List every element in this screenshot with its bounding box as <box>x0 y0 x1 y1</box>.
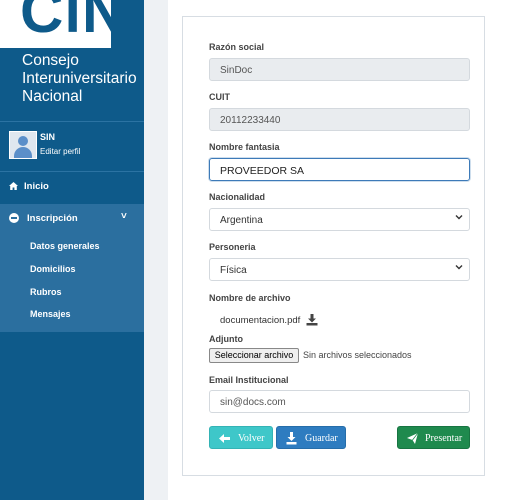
sidebar-item-domicilios[interactable]: Domicilios <box>30 264 76 274</box>
sidebar-item-rubros[interactable]: Rubros <box>30 287 62 297</box>
nacionalidad-select[interactable]: Argentina <box>209 208 470 231</box>
sidebar: CiN Consejo Interuniversitario Nacional … <box>0 0 144 500</box>
logo-mark: CiN <box>0 0 111 48</box>
logo-line-1: Consejo <box>22 52 79 69</box>
download-icon[interactable] <box>306 313 318 326</box>
personeria-value: Física <box>220 265 247 276</box>
logo-text: Consejo Interuniversitario Nacional <box>22 52 142 106</box>
personeria-select[interactable]: Física <box>209 258 470 281</box>
logo-line-3: Nacional <box>22 88 83 105</box>
file-status: Sin archivos seleccionados <box>303 350 412 360</box>
chevron-down-icon[interactable]: ˅ <box>121 211 127 222</box>
edit-profile-link[interactable]: Editar perfil <box>40 147 80 156</box>
arrow-left-icon <box>219 427 230 458</box>
presentar-label: Presentar <box>425 433 463 444</box>
email-label: Email Institucional <box>209 375 289 385</box>
nacionalidad-label: Nacionalidad <box>209 192 266 202</box>
nombre-fantasia-label: Nombre fantasia <box>209 142 280 152</box>
sidebar-section-inscripcion: Inscripción ˅ Datos generales Domicilios… <box>0 204 144 332</box>
personeria-label: Personeria <box>209 242 256 252</box>
adjunto-label: Adjunto <box>209 334 243 344</box>
profile-name: SIN <box>40 132 56 142</box>
email-input[interactable]: sin@docs.com <box>209 390 470 413</box>
sidebar-item-datos-generales[interactable]: Datos generales <box>30 241 100 251</box>
cuit-field: 20112233440 <box>209 108 470 131</box>
sidebar-item-label: Inicio <box>24 181 49 192</box>
nombre-archivo-label: Nombre de archivo <box>209 293 291 303</box>
sidebar-item-mensajes[interactable]: Mensajes <box>30 309 71 319</box>
razon-social-label: Razón social <box>209 42 265 52</box>
nacionalidad-value: Argentina <box>220 215 263 226</box>
razon-social-field: SinDoc <box>209 58 470 81</box>
home-icon <box>9 182 18 193</box>
logo: CiN Consejo Interuniversitario Nacional <box>0 0 144 120</box>
globe-icon <box>9 213 19 223</box>
choose-file-button[interactable]: Seleccionar archivo <box>209 348 299 363</box>
send-icon <box>407 427 419 458</box>
file-name: documentacion.pdf <box>220 315 301 326</box>
guardar-button[interactable]: Guardar <box>276 426 346 449</box>
user-profile: SIN Editar perfil <box>0 121 144 172</box>
chevron-down-icon <box>455 263 463 274</box>
avatar <box>9 131 37 159</box>
download-icon <box>286 427 297 458</box>
logo-line-2: Interuniversitario <box>22 70 137 87</box>
logo-word: CiN <box>20 0 111 45</box>
cuit-label: CUIT <box>209 92 230 102</box>
volver-label: Volver <box>238 433 265 444</box>
sidebar-item-inicio[interactable]: Inicio <box>0 171 144 203</box>
volver-button[interactable]: Volver <box>209 426 273 449</box>
chevron-down-icon <box>455 213 463 224</box>
guardar-label: Guardar <box>305 433 338 444</box>
sidebar-item-inscripcion[interactable]: Inscripción <box>27 213 78 224</box>
presentar-button[interactable]: Presentar <box>397 426 470 449</box>
nombre-fantasia-input[interactable]: PROVEEDOR SA <box>209 158 470 181</box>
